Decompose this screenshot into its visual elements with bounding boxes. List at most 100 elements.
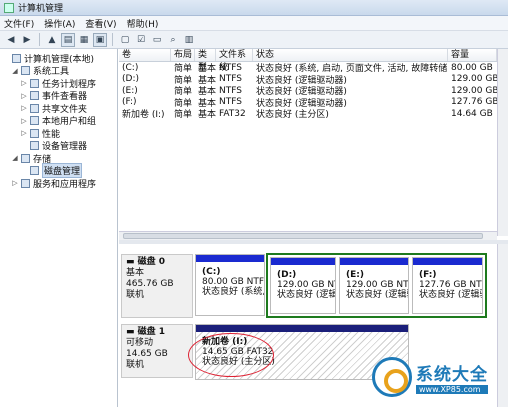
volume-name: (F:)	[122, 97, 137, 108]
col-type[interactable]: 类型	[195, 49, 216, 73]
expand-toggle-icon[interactable]: ▷	[20, 104, 28, 112]
node-icon	[30, 103, 39, 113]
volume-list-header: 卷 布局 类型 文件系统 状态 容量	[119, 49, 497, 73]
console-tree-icon[interactable]: ▤	[61, 32, 75, 47]
partition-status: 状态良好 (逻辑驱	[277, 290, 335, 300]
tree-item[interactable]: 设备管理器	[0, 140, 117, 152]
tree-item[interactable]: ▷ 共享文件夹	[0, 102, 117, 115]
tree-item[interactable]: ▷ 事件查看器	[0, 90, 117, 103]
volume-layout: 简单	[174, 110, 193, 121]
volume-name: (C:)	[122, 62, 139, 73]
forward-icon[interactable]: ▶	[20, 33, 34, 47]
volume-list-vscroll[interactable]	[497, 49, 508, 236]
volume-capacity: 80.00 GB	[451, 62, 493, 73]
help-pane-icon[interactable]: ▣	[93, 32, 107, 47]
volume-name: 新加卷 (I:)	[122, 110, 165, 121]
title-bar: 计算机管理	[0, 0, 508, 16]
disk-graph-vscroll[interactable]	[497, 244, 508, 407]
window-title: 计算机管理	[18, 4, 64, 14]
up-folder-icon[interactable]: ▲	[45, 33, 59, 47]
highlight-circle	[188, 333, 274, 377]
disk1-size: 14.65 GB	[126, 349, 168, 359]
disk1-type: 可移动	[126, 338, 154, 348]
watermark-logo-icon	[372, 357, 412, 397]
partition-bar	[413, 258, 482, 265]
node-icon	[30, 78, 39, 88]
col-volume[interactable]: 卷	[119, 49, 171, 61]
open-icon[interactable]: ▢	[118, 33, 132, 47]
partition-status: 状态良好 (系统, 启	[202, 287, 265, 297]
partition-f[interactable]: (F:) 127.76 GB NTFS 状态良好 (逻辑驱	[412, 257, 483, 314]
node-icon	[30, 116, 39, 126]
menu-bar: 文件(F) 操作(A) 查看(V) 帮助(H)	[0, 16, 508, 31]
col-capacity[interactable]: 容量	[448, 49, 497, 61]
properties-icon[interactable]: ▦	[77, 33, 91, 47]
expand-toggle-icon[interactable]: ◢	[11, 154, 19, 162]
tree-item[interactable]: ▷ 本地用户和组	[0, 115, 117, 128]
col-filesystem[interactable]: 文件系统	[216, 49, 253, 73]
partition-size: 129.00 GB NTFS	[277, 280, 335, 290]
toolbar: ◀ ▶ ▲ ▤ ▦ ▣ ▢ ☑ ▭ ⌕ ▥	[0, 31, 508, 49]
node-icon	[30, 128, 39, 138]
tree-item[interactable]: ▷ 任务计划程序	[0, 77, 117, 90]
partition-size: 129.00 GB NTFS	[346, 280, 409, 290]
disk0-info[interactable]: ▬ 磁盘 0 基本 465.76 GB 联机	[121, 254, 193, 318]
volume-name: (E:)	[122, 85, 138, 96]
table-row[interactable]: 新加卷 (I:) 简单 基本 FAT32 状态良好 (主分区) 14.64 GB	[119, 108, 497, 121]
volume-status: 状态良好 (主分区)	[256, 110, 329, 121]
tree-item-label: 共享文件夹	[42, 104, 88, 115]
tree-item-label: 事件查看器	[42, 92, 88, 103]
menu-help[interactable]: 帮助(H)	[127, 17, 159, 30]
back-icon[interactable]: ◀	[4, 33, 18, 47]
volume-filesystem: NTFS	[219, 74, 242, 85]
partition-name: (F:)	[419, 270, 437, 280]
volume-list-hscroll[interactable]	[119, 231, 497, 240]
expand-toggle-icon[interactable]: ▷	[20, 92, 28, 100]
expand-toggle-icon[interactable]: ▷	[20, 117, 28, 125]
tree-item-label: 任务计划程序	[42, 79, 97, 90]
partition-d[interactable]: (D:) 129.00 GB NTFS 状态良好 (逻辑驱	[270, 257, 336, 314]
node-icon	[21, 178, 30, 188]
disk1-info[interactable]: ▬ 磁盘 1 可移动 14.65 GB 联机	[121, 324, 193, 378]
volume-capacity: 129.00 GB	[451, 85, 497, 96]
console-tree: 计算机管理(本地) ◢ 系统工具 ▷ 任务计划程序 ▷ 事件查看器 ▷ 共享文件夹 ▷ 本地用户和组…	[0, 49, 118, 407]
tree-item[interactable]: ▷ 服务和应用程序	[0, 177, 117, 190]
expand-toggle-icon[interactable]: ◢	[11, 67, 19, 75]
disk1-status: 联机	[126, 360, 145, 370]
volume-name: (D:)	[122, 74, 139, 85]
scroll-thumb[interactable]	[123, 233, 483, 239]
col-status[interactable]: 状态	[253, 49, 448, 61]
tree-item[interactable]: 计算机管理(本地)	[0, 52, 117, 65]
node-icon	[21, 66, 30, 76]
disk-icon: ▬	[126, 257, 138, 267]
disk1-name: ▬ 磁盘 1	[126, 327, 166, 337]
volume-filesystem: FAT32	[219, 108, 246, 119]
checklist-icon[interactable]: ☑	[134, 33, 148, 47]
tree-item-label: 本地用户和组	[42, 117, 97, 128]
partition-c[interactable]: (C:) 80.00 GB NTFS 状态良好 (系统, 启	[195, 254, 265, 316]
volume-capacity: 129.00 GB	[451, 74, 497, 85]
expand-toggle-icon[interactable]: ▷	[20, 129, 28, 137]
volume-filesystem: NTFS	[219, 62, 242, 73]
tree-item[interactable]: ▷ 性能	[0, 127, 117, 140]
partition-status: 状态良好 (逻辑驱	[419, 290, 483, 300]
tree-item[interactable]: 磁盘管理	[0, 163, 117, 179]
menu-action[interactable]: 操作(A)	[44, 17, 75, 30]
console-icon[interactable]: ▥	[182, 33, 196, 47]
menu-view[interactable]: 查看(V)	[85, 17, 116, 30]
expand-toggle-icon[interactable]: ▷	[20, 79, 28, 87]
expand-toggle-icon[interactable]: ▷	[11, 179, 19, 187]
col-layout[interactable]: 布局	[171, 49, 195, 61]
search-icon[interactable]: ⌕	[166, 33, 180, 47]
volume-filesystem: NTFS	[219, 97, 242, 108]
tree-item[interactable]: ◢ 系统工具	[0, 65, 117, 77]
folder-icon[interactable]: ▭	[150, 33, 164, 47]
node-icon	[21, 153, 30, 163]
partition-name: (E:)	[346, 270, 364, 280]
node-icon	[30, 91, 39, 101]
menu-file[interactable]: 文件(F)	[4, 17, 34, 30]
partition-name: (C:)	[202, 267, 221, 277]
node-icon	[30, 166, 39, 176]
partition-e[interactable]: (E:) 129.00 GB NTFS 状态良好 (逻辑驱	[339, 257, 409, 314]
volume-list: 卷 布局 类型 文件系统 状态 容量 (C:) 简单 基本 NTFS 状态良好 (系统,…	[119, 49, 497, 236]
